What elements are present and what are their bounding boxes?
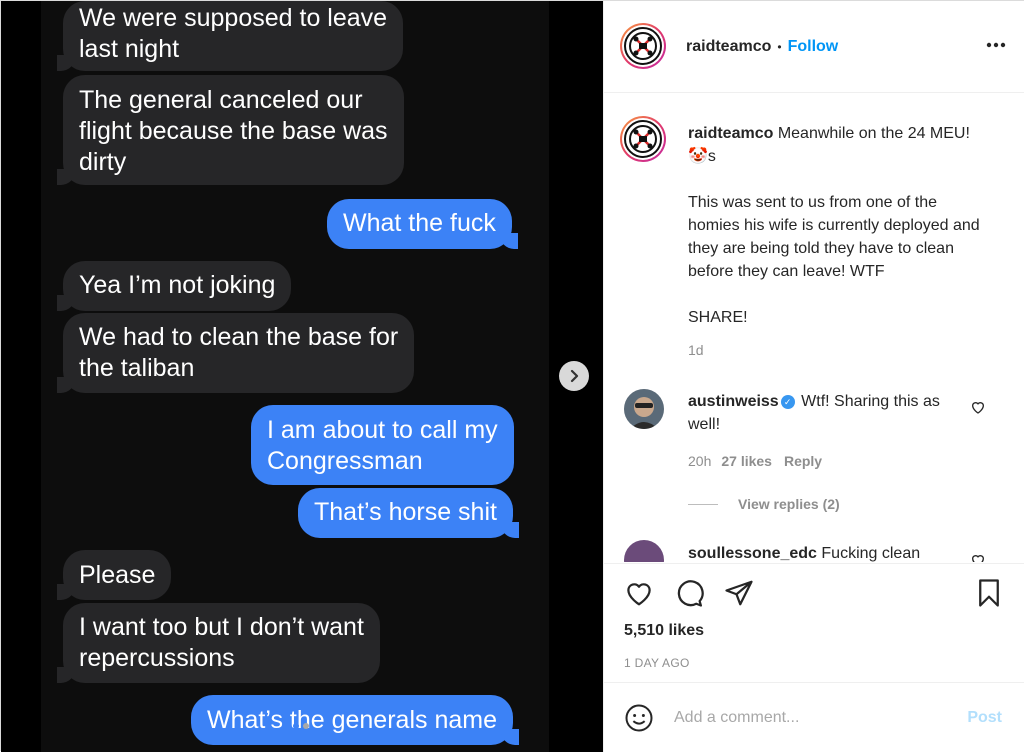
message-bubble-incoming: Yea I’m not joking [56, 261, 292, 311]
drone-logo-icon [629, 125, 657, 153]
message-text: Yea I’m not joking [79, 271, 276, 299]
comment-bubble-icon [677, 580, 704, 607]
instagram-post-modal: We were supposed to leave last night The… [0, 0, 1024, 752]
carousel-dot [303, 723, 309, 729]
message-bubble-outgoing: That’s horse shit [298, 488, 519, 538]
like-button[interactable] [624, 578, 654, 613]
post-author-username[interactable]: raidteamco [686, 38, 771, 56]
message-bubble-outgoing: I am about to call my Congressman [251, 405, 514, 485]
paper-plane-icon [725, 580, 753, 606]
commenter-avatar[interactable] [624, 389, 664, 429]
comment-meta: 20h 27 likes Reply [688, 453, 822, 469]
post-date[interactable]: 1 DAY AGO [624, 656, 690, 670]
caption-avatar[interactable] [620, 116, 666, 162]
reply-button[interactable]: Reply [784, 453, 822, 469]
message-text: We were supposed to leave last night [79, 4, 388, 63]
message-bubble-outgoing: What the fuck [327, 199, 518, 249]
person-avatar-icon [624, 389, 664, 429]
commenter-avatar[interactable] [624, 540, 664, 562]
text-conversation-screenshot: We were supposed to leave last night The… [41, 1, 549, 752]
message-text: I want too but I don’t want repercussion… [79, 613, 364, 672]
like-comment-button[interactable] [970, 552, 986, 562]
message-bubble-incoming: We had to clean the base for the taliban [56, 313, 415, 393]
post-header: raidteamco • Follow [604, 1, 1024, 93]
comments-list[interactable]: raidteamco Meanwhile on the 24 MEU! 🤡s T… [604, 94, 1024, 562]
message-text: That’s horse shit [314, 498, 497, 526]
message-text: Please [79, 561, 156, 589]
comment: soullessone_edc Fucking clean [688, 542, 968, 562]
post-media: We were supposed to leave last night The… [1, 1, 603, 752]
heart-icon [627, 583, 651, 606]
profile-avatar[interactable] [620, 23, 666, 69]
message-text: The general canceled our flight because … [79, 86, 388, 176]
caption-username[interactable]: raidteamco [688, 125, 773, 142]
post-comment-button[interactable]: Post [967, 709, 1002, 727]
verified-badge-icon: ✓ [780, 395, 795, 409]
more-options-button[interactable] [986, 36, 1006, 48]
save-button[interactable] [974, 578, 1004, 613]
comment-button[interactable] [674, 578, 704, 613]
message-text: I am about to call my Congressman [267, 416, 498, 475]
post-actions: 5,510 likes 1 DAY AGO [604, 563, 1024, 681]
message-bubble-incoming: The general canceled our flight because … [57, 75, 404, 185]
comment-timestamp[interactable]: 20h [688, 453, 711, 469]
carousel-indicator [293, 723, 309, 729]
likes-count[interactable]: 5,510 likes [624, 622, 704, 640]
heart-outline-icon [971, 402, 985, 414]
drone-logo-icon [629, 32, 657, 60]
more-horizontal-icon [986, 42, 1006, 48]
comment-text: Fucking clean [821, 545, 921, 562]
chevron-right-icon [570, 369, 579, 383]
message-bubble-incoming: I want too but I don’t want repercussion… [57, 603, 380, 683]
comment-input[interactable]: Add a comment... [674, 709, 799, 727]
message-text: We had to clean the base for the taliban [79, 323, 399, 382]
separator-dot: • [777, 40, 782, 54]
share-button[interactable] [724, 578, 754, 613]
carousel-dot [293, 723, 299, 729]
follow-button[interactable]: Follow [788, 38, 839, 56]
post-sidebar: raidteamco • Follow raidteamco Meanwhile… [603, 1, 1024, 752]
caption-text: Meanwhile on the 24 MEU! 🤡s This was sen… [688, 125, 980, 326]
comment-username[interactable]: austinweiss [688, 393, 779, 410]
comment-likes[interactable]: 27 likes [721, 453, 772, 469]
comment-username[interactable]: soullessone_edc [688, 545, 817, 562]
message-text: What’s the generals name [207, 706, 497, 734]
bookmark-icon [979, 579, 999, 607]
emoji-button[interactable] [624, 703, 654, 738]
view-replies-button[interactable]: View replies (2) [688, 496, 840, 512]
message-bubble-outgoing: What’s the generals name [191, 695, 519, 745]
next-image-button[interactable] [559, 361, 589, 391]
heart-outline-icon [971, 555, 985, 562]
divider [688, 503, 718, 505]
message-bubble-incoming: We were supposed to leave last night [56, 1, 404, 71]
caption-timestamp[interactable]: 1d [688, 342, 704, 358]
view-replies-label: View replies (2) [738, 496, 840, 512]
like-comment-button[interactable] [970, 399, 986, 420]
smiley-face-icon [625, 704, 653, 732]
comment: austinweiss ✓ Wtf! Sharing this as well! [688, 390, 968, 436]
message-text: What the fuck [343, 209, 496, 237]
add-comment-bar: Add a comment... Post [604, 682, 1024, 752]
message-bubble-incoming: Please [56, 550, 172, 600]
post-caption: raidteamco Meanwhile on the 24 MEU! 🤡s T… [688, 122, 988, 329]
